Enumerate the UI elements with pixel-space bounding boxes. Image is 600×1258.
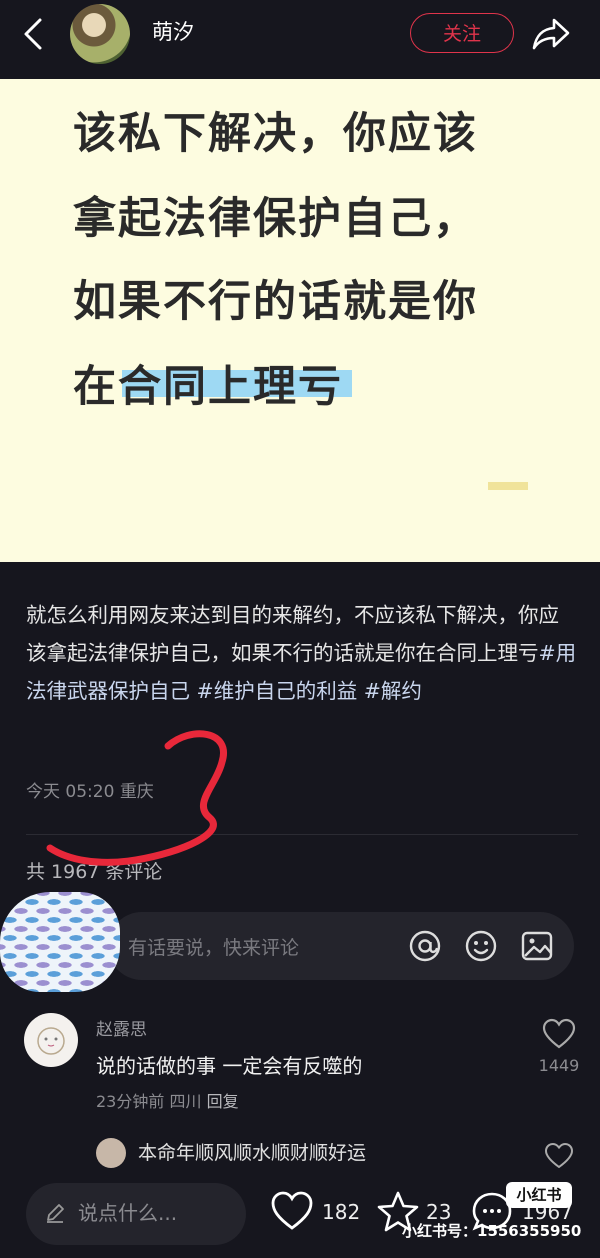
smiley-icon xyxy=(465,930,497,962)
quick-comment-placeholder[interactable]: 说点什么... xyxy=(78,1197,177,1226)
note-text: 就怎么利用网友来达到目的来解约，不应该私下解决，你应该拿起法律保护自己，如果不行… xyxy=(26,603,559,665)
share-icon xyxy=(532,18,570,50)
share-button[interactable] xyxy=(530,14,572,54)
chevron-left-icon xyxy=(24,18,42,50)
comment-placeholder[interactable]: 有话要说，快来评论 xyxy=(128,933,299,960)
comment-location: 四川 xyxy=(169,1092,202,1111)
watermark-logo: 小红书 xyxy=(506,1182,572,1208)
image-icon xyxy=(521,931,553,961)
post-time: 今天 05:20 xyxy=(26,782,115,802)
reply-button[interactable]: 回复 xyxy=(207,1092,239,1111)
image-line-2: 拿起法律保护自己， xyxy=(73,194,478,244)
image-line-4: 在合同上理亏 xyxy=(73,362,343,412)
image-line-3: 如果不行的话就是你 xyxy=(73,277,478,327)
comment-count: 共 1967 条评论 xyxy=(26,861,163,883)
emoji-button[interactable] xyxy=(464,929,498,963)
at-icon xyxy=(409,930,441,962)
watermark-id: 小红书号：1556355950 xyxy=(402,1222,582,1240)
hashtag[interactable]: #维护自己的利益 xyxy=(197,679,358,703)
like-button[interactable] xyxy=(270,1190,314,1232)
post-meta: 今天 05:20 重庆 xyxy=(26,777,154,802)
note-image[interactable]: 该私下解决，你应该 拿起法律保护自己， 如果不行的话就是你 在合同上理亏 xyxy=(0,79,600,562)
back-button[interactable] xyxy=(14,14,54,54)
image-button[interactable] xyxy=(520,929,554,963)
comment-like-count: 1449 xyxy=(538,1056,580,1075)
divider xyxy=(26,834,578,835)
hashtag[interactable]: #解约 xyxy=(364,679,422,703)
comment-time: 23分钟前 xyxy=(96,1092,165,1111)
cartoon-icon xyxy=(37,1027,65,1055)
author-name[interactable]: 萌汐 xyxy=(152,16,194,46)
reply-avatar[interactable] xyxy=(96,1138,126,1168)
note-body: 就怎么利用网友来达到目的来解约，不应该私下解决，你应该拿起法律保护自己，如果不行… xyxy=(26,596,578,710)
user-avatar xyxy=(0,892,120,992)
comment-like-button[interactable] xyxy=(542,1018,576,1050)
heart-icon xyxy=(544,1142,574,1169)
follow-button[interactable]: 关注 xyxy=(410,13,514,53)
comment-text: 说的话做的事 一定会有反噬的 xyxy=(96,1054,363,1078)
heart-icon xyxy=(271,1191,313,1230)
commenter-name[interactable]: 赵露思 xyxy=(96,1015,147,1040)
image-indicator xyxy=(488,482,528,490)
at-mention-button[interactable] xyxy=(408,929,442,963)
like-count: 182 xyxy=(322,1200,361,1224)
author-avatar[interactable] xyxy=(70,4,130,64)
image-line-1: 该私下解决，你应该 xyxy=(73,109,478,159)
commenter-avatar[interactable] xyxy=(24,1013,78,1067)
post-location: 重庆 xyxy=(119,782,154,802)
reply-text: 本命年顺风顺水顺财顺好运 xyxy=(138,1142,367,1164)
reply-like-button[interactable] xyxy=(544,1142,574,1170)
heart-icon xyxy=(542,1018,576,1049)
comment-meta: 23分钟前 四川 回复 xyxy=(96,1088,239,1112)
pencil-icon xyxy=(44,1202,66,1224)
